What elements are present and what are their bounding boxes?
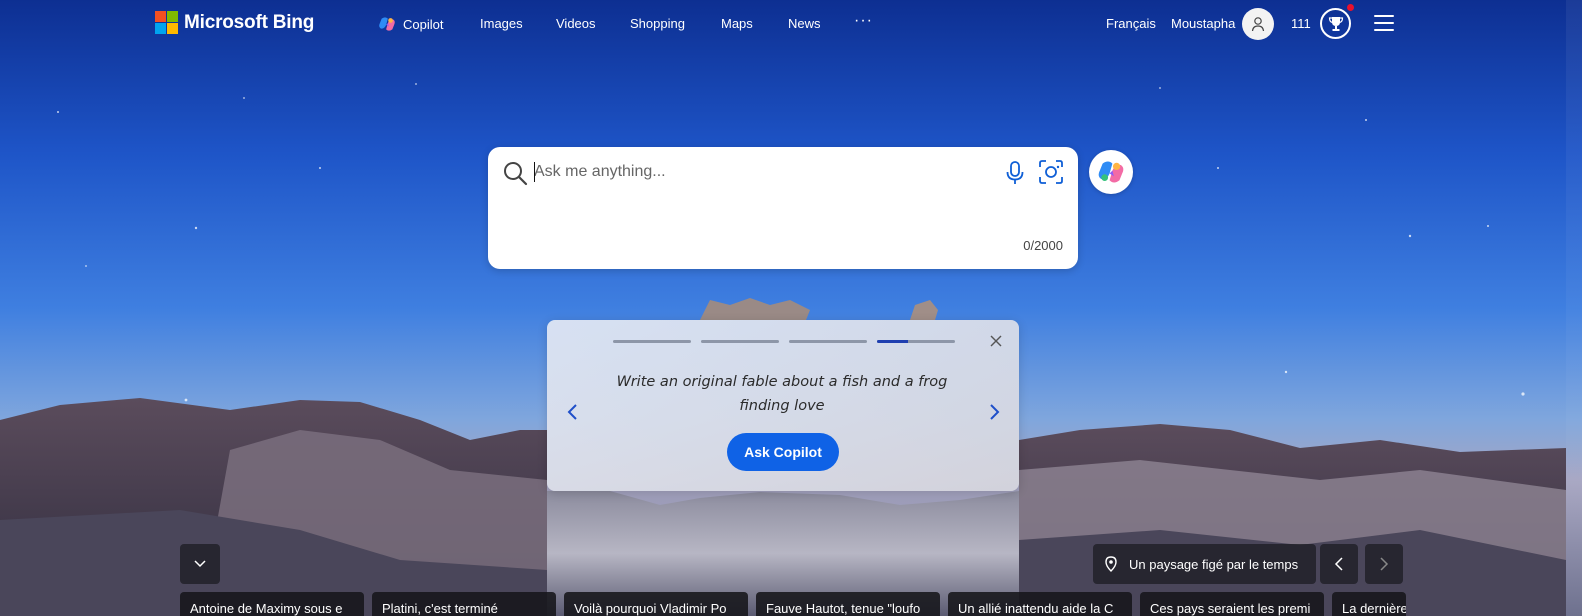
search-input[interactable] <box>534 159 974 185</box>
character-count: 0/2000 <box>1023 238 1063 253</box>
carousel-progress <box>613 340 955 343</box>
news-card[interactable]: La dernière <box>1332 592 1406 616</box>
copilot-icon <box>1098 161 1124 183</box>
chevron-left-icon[interactable] <box>565 402 581 422</box>
nav-item-copilot[interactable]: Copilot <box>378 16 443 32</box>
chevron-right-icon <box>1380 557 1389 571</box>
more-menu-icon[interactable]: ··· <box>854 12 873 30</box>
notification-dot <box>1347 4 1354 11</box>
progress-segment <box>613 340 691 343</box>
chevron-down-icon <box>194 560 206 568</box>
nav-item-videos[interactable]: Videos <box>556 16 596 31</box>
close-icon[interactable] <box>989 334 1003 348</box>
user-icon <box>1251 17 1265 32</box>
news-card[interactable]: Un allié inattendu aide la C <box>948 592 1132 616</box>
bing-logo[interactable]: Microsoft Bing <box>155 11 314 34</box>
next-image-button[interactable] <box>1365 544 1403 584</box>
avatar[interactable] <box>1242 8 1274 40</box>
username[interactable]: Moustapha <box>1171 16 1235 31</box>
progress-segment <box>701 340 779 343</box>
trophy-icon <box>1328 16 1343 31</box>
microsoft-logo-icon <box>155 11 178 34</box>
chevron-left-icon <box>1334 557 1343 571</box>
visual-search-icon[interactable] <box>1038 159 1064 185</box>
news-strip: Antoine de Maximy sous e Platini, c'est … <box>180 592 1406 616</box>
nav-item-news[interactable]: News <box>788 16 821 31</box>
image-info-button[interactable]: Un paysage figé par le temps <box>1093 544 1316 584</box>
microphone-icon[interactable] <box>1004 160 1026 186</box>
nav-item-images[interactable]: Images <box>480 16 523 31</box>
brand-name: Microsoft Bing <box>184 11 315 33</box>
image-caption: Un paysage figé par le temps <box>1129 556 1299 572</box>
text-caret <box>534 162 535 182</box>
rewards-points[interactable]: 111 <box>1291 16 1311 31</box>
top-header: Microsoft Bing Copilot Images Videos Sho… <box>0 0 1566 48</box>
hamburger-menu-icon[interactable] <box>1374 15 1396 33</box>
nav-label-copilot: Copilot <box>403 16 444 32</box>
previous-image-button[interactable] <box>1320 544 1358 584</box>
search-box: 0/2000 <box>488 147 1078 269</box>
language-link[interactable]: Français <box>1106 16 1156 31</box>
nav-item-maps[interactable]: Maps <box>721 16 753 31</box>
suggestion-text: Write an original fable about a fish and… <box>616 374 948 414</box>
news-card[interactable]: Platini, c'est terminé <box>372 592 556 616</box>
copilot-icon <box>379 17 395 31</box>
news-card[interactable]: Fauve Hautot, tenue "loufo <box>756 592 940 616</box>
search-icon[interactable] <box>502 160 528 186</box>
news-card[interactable]: Antoine de Maximy sous e <box>180 592 364 616</box>
nav-item-shopping[interactable]: Shopping <box>630 16 685 31</box>
copilot-button[interactable] <box>1089 150 1133 194</box>
news-card[interactable]: Ces pays seraient les premi <box>1140 592 1324 616</box>
expand-feed-button[interactable] <box>180 544 220 584</box>
chevron-right-icon[interactable] <box>986 402 1002 422</box>
rewards-button[interactable] <box>1320 8 1351 39</box>
news-card[interactable]: Voilà pourquoi Vladimir Po <box>564 592 748 616</box>
copilot-suggestion-card: Write an original fable about a fish and… <box>547 320 1019 491</box>
page-scrollbar[interactable] <box>1566 0 1582 616</box>
location-pin-icon <box>1105 556 1117 572</box>
progress-segment <box>789 340 867 343</box>
background-image <box>0 0 1582 616</box>
ask-copilot-button[interactable]: Ask Copilot <box>727 433 839 471</box>
progress-segment-active <box>877 340 955 343</box>
